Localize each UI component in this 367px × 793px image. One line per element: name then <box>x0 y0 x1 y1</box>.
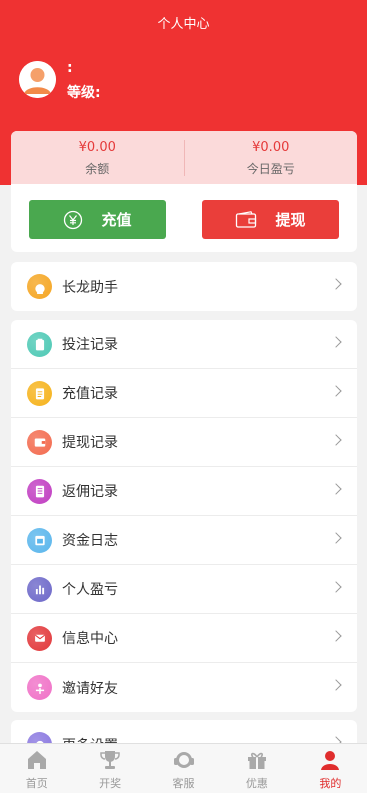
clipboard-icon <box>27 331 52 357</box>
user-icon <box>318 748 342 772</box>
menu-item-label: 资金日志 <box>62 533 118 549</box>
action-row: 充值 提现 <box>29 200 339 239</box>
tab-bar: 首页 开奖 客服 优惠 我的 <box>0 743 367 793</box>
chevron-right-icon <box>330 434 342 446</box>
menu-main-card: 投注记录充值记录提现记录返佣记录资金日志个人盈亏信息中心邀请好友 <box>11 320 357 712</box>
tab-label: 客服 <box>172 777 195 790</box>
headset-icon <box>172 748 196 772</box>
avatar[interactable] <box>19 61 56 98</box>
mail-icon <box>27 625 52 651</box>
menu-item[interactable]: 资金日志 <box>11 516 357 565</box>
gift-icon <box>245 748 269 772</box>
chevron-right-icon <box>330 532 342 544</box>
tab-label: 开奖 <box>99 777 122 790</box>
home-icon <box>25 748 49 772</box>
tab-label: 首页 <box>25 777 48 790</box>
menu-item[interactable]: 提现记录 <box>11 418 357 467</box>
trophy-icon <box>98 748 122 772</box>
chevron-right-icon <box>330 336 342 348</box>
chevron-right-icon <box>330 581 342 593</box>
menu-item-label: 投注记录 <box>62 337 118 353</box>
share-icon <box>27 675 52 700</box>
today-profit-value: ¥0.00 <box>252 140 290 155</box>
balance-card: ¥0.00 余额 ¥0.00 今日盈亏 充值 提现 <box>11 131 357 252</box>
tab-trophy[interactable]: 开奖 <box>73 744 146 793</box>
tab-headset[interactable]: 客服 <box>147 744 220 793</box>
menu-item[interactable]: 信息中心 <box>11 614 357 663</box>
menu-item-label: 提现记录 <box>62 435 118 451</box>
avatar-icon <box>19 61 56 98</box>
chevron-right-icon <box>330 630 342 642</box>
receipt-icon <box>27 478 52 504</box>
menu-item-label: 长龙助手 <box>62 279 118 296</box>
bar-chart-icon <box>27 576 52 602</box>
balance-value: ¥0.00 <box>78 140 116 155</box>
tab-user[interactable]: 我的 <box>294 744 367 793</box>
menu-item[interactable]: 邀请好友 <box>11 663 357 712</box>
page-title: 个人中心 <box>157 17 210 32</box>
menu-item-label: 信息中心 <box>62 631 118 647</box>
menu-item[interactable]: 充值记录 <box>11 369 357 418</box>
tab-label: 我的 <box>319 777 342 790</box>
chevron-right-icon <box>330 385 342 397</box>
user-name: : <box>67 60 73 76</box>
menu-top-card: 长龙助手 <box>11 262 357 311</box>
withdraw-label: 提现 <box>275 211 306 229</box>
balance-summary: ¥0.00 余额 ¥0.00 今日盈亏 <box>11 131 357 184</box>
today-profit-stat: ¥0.00 今日盈亏 <box>185 138 358 177</box>
tab-home[interactable]: 首页 <box>0 744 73 793</box>
today-profit-label: 今日盈亏 <box>246 162 295 176</box>
menu-item[interactable]: 长龙助手 <box>11 262 357 311</box>
recharge-button[interactable]: 充值 <box>29 200 166 239</box>
recharge-label: 充值 <box>101 211 132 229</box>
menu-item-label: 个人盈亏 <box>62 582 118 598</box>
calendar-icon <box>27 527 52 553</box>
menu-item-label: 充值记录 <box>62 386 118 402</box>
chevron-right-icon <box>330 483 342 495</box>
balance-label: 余额 <box>85 162 110 176</box>
menu-item-label: 返佣记录 <box>62 484 118 500</box>
yuan-icon <box>63 210 83 230</box>
withdraw-button[interactable]: 提现 <box>202 200 339 239</box>
menu-item[interactable]: 投注记录 <box>11 320 357 369</box>
balance-stat: ¥0.00 余额 <box>11 138 184 177</box>
document-icon <box>27 380 52 406</box>
menu-item[interactable]: 返佣记录 <box>11 467 357 516</box>
wallet-icon <box>27 429 52 455</box>
chevron-right-icon <box>330 278 342 290</box>
tab-label: 优惠 <box>245 777 268 790</box>
tab-gift[interactable]: 优惠 <box>220 744 293 793</box>
user-level: 等级: <box>67 85 101 101</box>
chevron-right-icon <box>330 679 342 691</box>
bulb-icon <box>27 274 52 299</box>
menu-item[interactable]: 个人盈亏 <box>11 565 357 614</box>
menu-item-label: 邀请好友 <box>62 680 118 697</box>
wallet-icon <box>235 210 257 229</box>
